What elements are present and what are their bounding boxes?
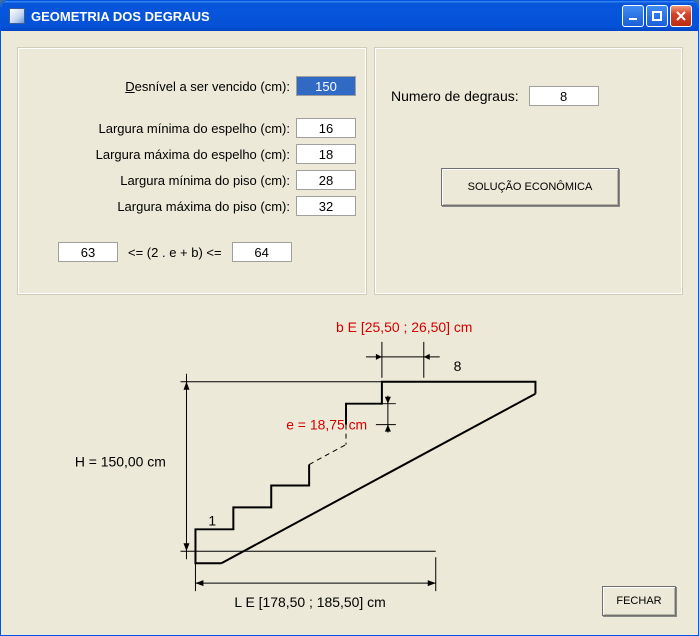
larg-max-piso-input[interactable] bbox=[296, 196, 356, 216]
larg-min-espelho-input[interactable] bbox=[296, 118, 356, 138]
fechar-label: FECHAR bbox=[616, 595, 661, 607]
b-range-label: b E [25,50 ; 26,50] cm bbox=[336, 319, 472, 335]
h-label: H = 150,00 cm bbox=[75, 454, 166, 470]
e-label: e = 18,75 cm bbox=[286, 417, 367, 433]
titlebar-buttons bbox=[622, 5, 692, 27]
desnivel-label: Desnível a ser vencido (cm): bbox=[18, 79, 296, 94]
window-frame: GEOMETRIA DOS DEGRAUS Desnível a ser ven… bbox=[0, 0, 699, 636]
first-step-label: 1 bbox=[208, 512, 216, 528]
larg-min-espelho-label: Largura mínima do espelho (cm): bbox=[18, 121, 296, 136]
close-button[interactable] bbox=[670, 5, 692, 27]
num-degraus-output[interactable] bbox=[529, 86, 599, 106]
solucao-economica-button[interactable]: SOLUÇÃO ECONÔMICA bbox=[441, 168, 619, 206]
client-area: Desnível a ser vencido (cm): Largura mín… bbox=[4, 31, 695, 632]
minimize-button[interactable] bbox=[622, 5, 644, 27]
larg-max-piso-label: Largura máxima do piso (cm): bbox=[18, 199, 296, 214]
l-range-label: L E [178,50 ; 185,50] cm bbox=[234, 594, 385, 610]
window-title: GEOMETRIA DOS DEGRAUS bbox=[31, 9, 622, 24]
diagram-area: b E [25,50 ; 26,50] cm 8 H = 150,00 cm bbox=[17, 311, 682, 622]
close-icon bbox=[675, 10, 687, 22]
desnivel-input[interactable] bbox=[296, 76, 356, 96]
formula-label: <= (2 . e + b) <= bbox=[118, 245, 232, 260]
num-degraus-label: Numero de degraus: bbox=[391, 88, 529, 104]
formula-lower-input[interactable] bbox=[58, 242, 118, 262]
larg-max-espelho-label: Largura máxima do espelho (cm): bbox=[18, 147, 296, 162]
solucao-economica-label: SOLUÇÃO ECONÔMICA bbox=[468, 181, 593, 193]
larg-min-piso-label: Largura mínima do piso (cm): bbox=[18, 173, 296, 188]
app-icon bbox=[9, 8, 25, 24]
larg-max-espelho-input[interactable] bbox=[296, 144, 356, 164]
result-panel: Numero de degraus: SOLUÇÃO ECONÔMICA bbox=[374, 47, 683, 295]
input-panel: Desnível a ser vencido (cm): Largura mín… bbox=[17, 47, 367, 295]
maximize-button[interactable] bbox=[646, 5, 668, 27]
minimize-icon bbox=[627, 10, 639, 22]
formula-upper-input[interactable] bbox=[232, 242, 292, 262]
fechar-button[interactable]: FECHAR bbox=[602, 586, 676, 616]
maximize-icon bbox=[651, 10, 663, 22]
titlebar: GEOMETRIA DOS DEGRAUS bbox=[1, 1, 698, 31]
stair-diagram: b E [25,50 ; 26,50] cm 8 H = 150,00 cm bbox=[17, 311, 682, 622]
larg-min-piso-input[interactable] bbox=[296, 170, 356, 190]
last-step-label: 8 bbox=[454, 358, 462, 374]
